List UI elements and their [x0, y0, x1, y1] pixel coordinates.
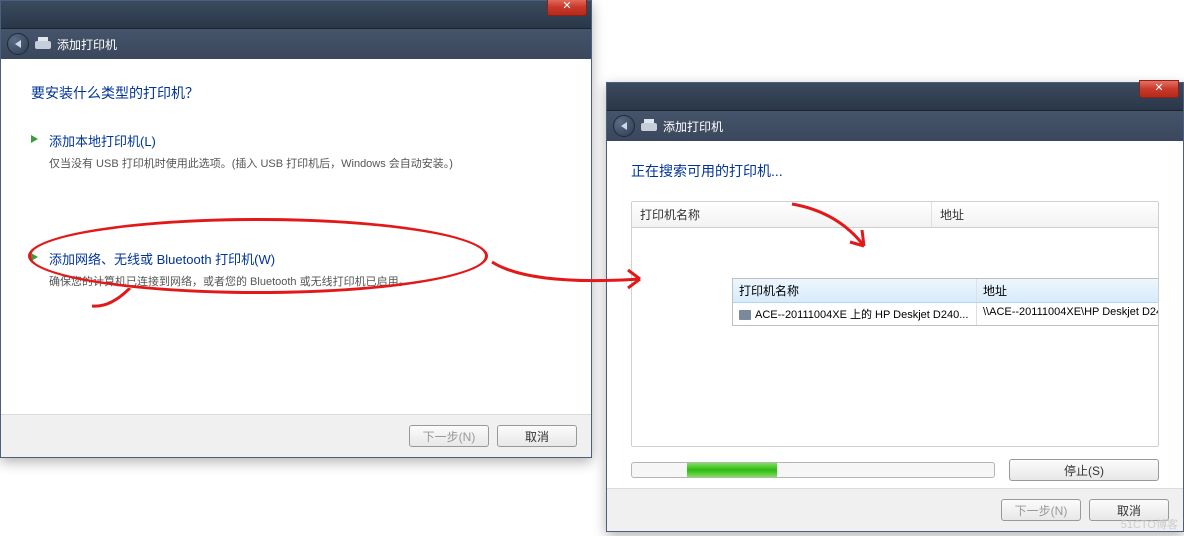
printer-list-container: 打印机名称 地址 打印机名称 地址 ACE--20111004XE 上的 HP … [631, 201, 1159, 447]
printer-row[interactable]: ACE--20111004XE 上的 HP Deskjet D240... \\… [733, 303, 1159, 325]
option-desc: 确保您的计算机已连接到网络，或者您的 Bluetooth 或无线打印机已启用。 [49, 276, 410, 288]
header-title: 添加打印机 [663, 118, 723, 135]
option-title: 添加网络、无线或 Bluetooth 打印机(W) [49, 249, 561, 268]
list-header: 打印机名称 地址 [632, 202, 1158, 228]
next-button[interactable]: 下一步(N) [1001, 499, 1081, 521]
list-body[interactable]: 打印机名称 地址 ACE--20111004XE 上的 HP Deskjet D… [632, 278, 1158, 446]
column-header-address[interactable]: 地址 [932, 202, 1158, 227]
column-header-name[interactable]: 打印机名称 [632, 202, 932, 227]
printer-address-cell: \\ACE--20111004XE\HP Deskjet D24 [977, 303, 1159, 325]
back-button[interactable] [613, 115, 635, 137]
dialog-footer: 下一步(N) 取消 [1, 414, 591, 457]
back-button[interactable] [7, 33, 29, 55]
inner-list-header: 打印机名称 地址 [733, 279, 1159, 303]
arrow-icon [31, 135, 38, 143]
printer-icon [35, 37, 51, 51]
dialog-header: 添加打印机 [1, 29, 591, 59]
printer-icon [739, 310, 751, 320]
dialog-content: 正在搜索可用的打印机... 打印机名称 地址 打印机名称 地址 ACE--201… [607, 141, 1183, 528]
progress-row: 停止(S) [631, 459, 1159, 481]
inner-column-name[interactable]: 打印机名称 [733, 279, 977, 302]
next-button[interactable]: 下一步(N) [409, 425, 489, 447]
page-title: 要安装什么类型的打印机？ [31, 83, 561, 103]
found-printers-table: 打印机名称 地址 ACE--20111004XE 上的 HP Deskjet D… [732, 278, 1159, 326]
option-title: 添加本地打印机(L) [49, 131, 561, 150]
add-printer-dialog-1: ✕ 添加打印机 要安装什么类型的打印机？ 添加本地打印机(L) 仅当没有 USB… [0, 0, 592, 458]
option-local-printer[interactable]: 添加本地打印机(L) 仅当没有 USB 打印机时使用此选项。(插入 USB 打印… [31, 123, 561, 181]
dialog-footer: 下一步(N) 取消 [607, 488, 1183, 531]
printer-name-cell: ACE--20111004XE 上的 HP Deskjet D240... [733, 303, 977, 325]
dialog-content: 要安装什么类型的打印机？ 添加本地打印机(L) 仅当没有 USB 打印机时使用此… [1, 59, 591, 319]
progress-chunk [687, 463, 777, 477]
add-printer-dialog-2: ✕ 添加打印机 正在搜索可用的打印机... 打印机名称 地址 打印机名称 地址 [606, 82, 1184, 532]
arrow-icon [31, 253, 38, 261]
titlebar[interactable]: ✕ [1, 1, 591, 29]
option-desc: 仅当没有 USB 打印机时使用此选项。(插入 USB 打印机后，Windows … [49, 158, 453, 170]
search-progress-bar [631, 462, 995, 478]
printer-icon [641, 119, 657, 133]
titlebar[interactable]: ✕ [607, 83, 1183, 111]
option-network-printer[interactable]: 添加网络、无线或 Bluetooth 打印机(W) 确保您的计算机已连接到网络，… [31, 241, 561, 299]
header-title: 添加打印机 [57, 36, 117, 53]
close-button[interactable]: ✕ [547, 0, 587, 16]
page-title: 正在搜索可用的打印机... [631, 161, 1159, 181]
cancel-button[interactable]: 取消 [497, 425, 577, 447]
inner-column-address[interactable]: 地址 [977, 279, 1159, 302]
stop-button[interactable]: 停止(S) [1009, 459, 1159, 481]
dialog-header: 添加打印机 [607, 111, 1183, 141]
close-button[interactable]: ✕ [1139, 80, 1179, 98]
watermark: 51CTO博客 [1121, 516, 1178, 532]
printer-name-text: ACE--20111004XE 上的 HP Deskjet D240... [755, 309, 968, 321]
